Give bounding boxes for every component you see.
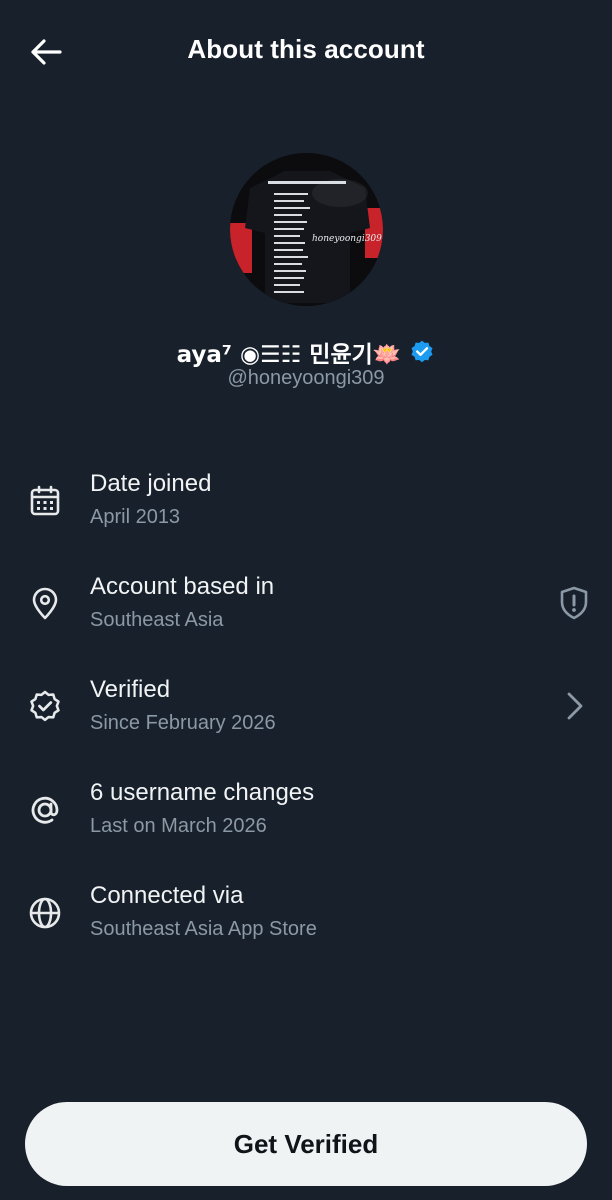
detail-value: Since February 2026 bbox=[90, 712, 276, 734]
detail-value: Southeast Asia bbox=[90, 609, 224, 631]
avatar[interactable]: honeyoongi309 bbox=[230, 153, 383, 306]
shield-alert-icon bbox=[560, 586, 588, 620]
detail-date-joined: Date joined April 2013 bbox=[0, 448, 612, 551]
at-sign-icon bbox=[26, 791, 64, 829]
svg-text:honeyoongi309: honeyoongi309 bbox=[312, 234, 382, 244]
detail-title: Verified bbox=[90, 676, 171, 703]
detail-value: Last on March 2026 bbox=[90, 815, 267, 837]
detail-title: 6 username changes bbox=[90, 779, 315, 806]
detail-value: April 2013 bbox=[90, 506, 181, 528]
chevron-right-icon bbox=[567, 692, 583, 720]
get-verified-button[interactable]: Get Verified bbox=[25, 1102, 587, 1186]
page-title: About this account bbox=[187, 34, 425, 64]
verified-chevron-button[interactable] bbox=[560, 688, 590, 724]
detail-username-changes: 6 username changes Last on March 2026 bbox=[0, 757, 612, 860]
detail-value: Southeast Asia App Store bbox=[90, 918, 317, 940]
display-name-row: aya⁷ ◉☰☷ 민윤기🪷 bbox=[0, 335, 612, 369]
location-pin-icon bbox=[26, 585, 64, 623]
shield-info-button[interactable] bbox=[556, 584, 592, 622]
detail-verified[interactable]: Verified Since February 2026 bbox=[0, 654, 612, 757]
account-details-list: Date joined April 2013 Account based in … bbox=[0, 448, 612, 963]
detail-account-based-in: Account based in Southeast Asia bbox=[0, 551, 612, 654]
calendar-icon bbox=[26, 482, 64, 520]
verified-check-icon bbox=[26, 688, 64, 726]
globe-icon bbox=[26, 894, 64, 932]
display-name: aya⁷ ◉☰☷ 민윤기🪷 bbox=[176, 342, 402, 368]
top-bar: About this account bbox=[0, 0, 612, 104]
detail-title: Connected via bbox=[90, 882, 244, 909]
detail-connected-via: Connected via Southeast Asia App Store bbox=[0, 860, 612, 963]
verified-badge-icon bbox=[409, 339, 435, 365]
detail-title: Date joined bbox=[90, 470, 212, 497]
avatar-image: honeyoongi309 bbox=[230, 153, 383, 306]
username-handle: @honeyoongi309 bbox=[227, 367, 385, 389]
detail-title: Account based in bbox=[90, 573, 275, 600]
